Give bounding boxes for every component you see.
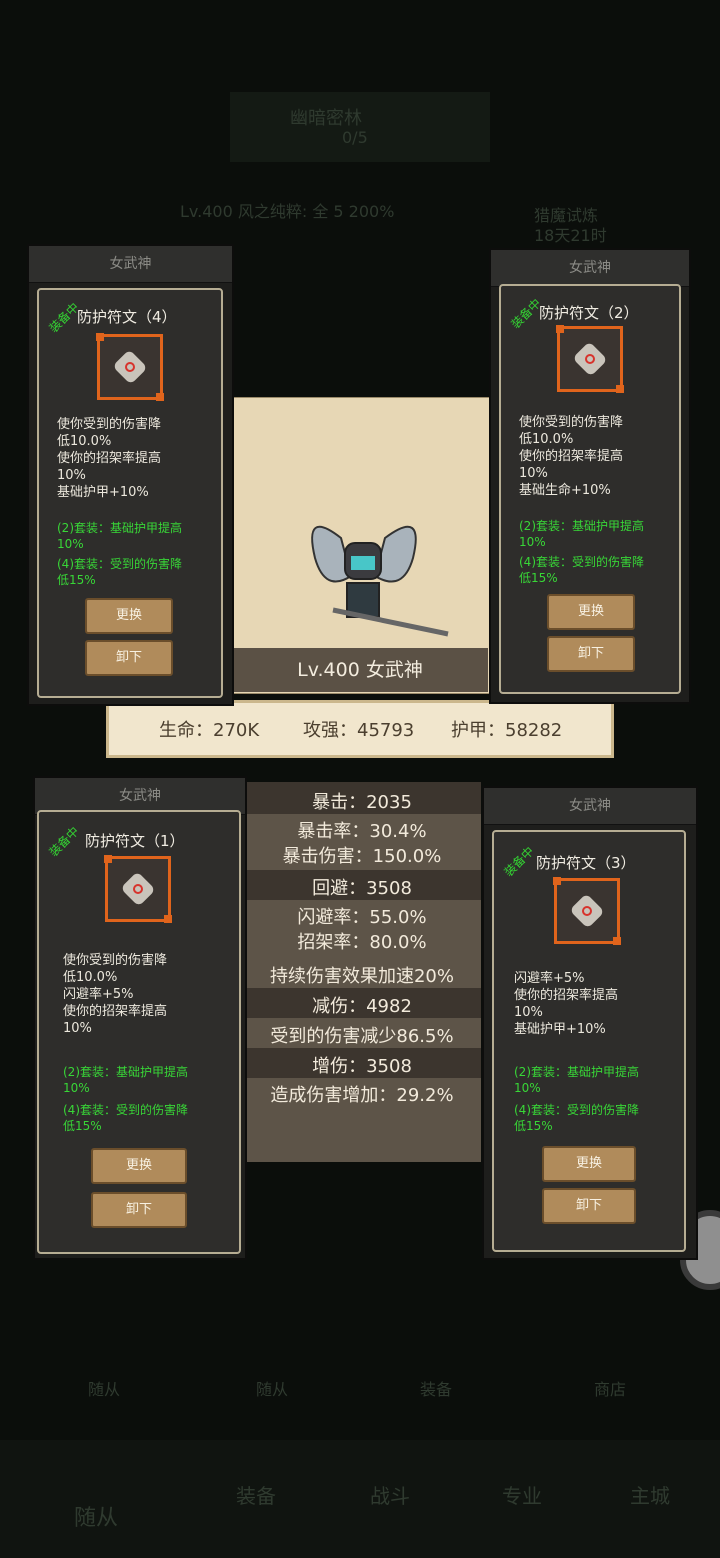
- hp-stat: 生命：270K: [159, 720, 260, 741]
- dot-speed: 持续伤害效果加速20%: [269, 966, 454, 987]
- tab-3[interactable]: 装备: [420, 1376, 452, 1400]
- rune-icon: [572, 341, 608, 377]
- area-title: 幽暗密林: [290, 108, 362, 129]
- popup-header: 女武神: [491, 250, 689, 287]
- tab-4[interactable]: 商店: [594, 1376, 626, 1400]
- item-popup-rune-1: 女武神 装备中 防护符文（1） 使你受到的伤害降 低10.0% 闪避率+5% 使…: [33, 776, 247, 1260]
- damage-dealt-increase: 造成伤害增加：29.2%: [270, 1085, 454, 1106]
- hero-name-level: Lv.400 女武神: [232, 648, 488, 692]
- item-panel: 装备中 防护符文（1） 使你受到的伤害降 低10.0% 闪避率+5% 使你的招架…: [37, 810, 241, 1254]
- item-description: 使你受到的伤害降 低10.0% 使你的招架率提高 10% 基础护甲+10%: [57, 417, 162, 500]
- item-name: 防护符文（1）: [85, 832, 185, 850]
- tab-1[interactable]: 随从: [88, 1376, 120, 1400]
- set-bonus-2: (2)套装：基础护甲提高 10%: [514, 1065, 639, 1095]
- item-popup-rune-2: 女武神 装备中 防护符文（2） 使你受到的伤害降 低10.0% 使你的招架率提高…: [489, 248, 691, 704]
- item-slot[interactable]: [556, 325, 624, 393]
- replace-button[interactable]: 更换: [85, 598, 173, 634]
- item-slot[interactable]: [96, 333, 164, 401]
- set-bonus-2: (2)套装：基础护甲提高 10%: [57, 521, 182, 551]
- unequip-button[interactable]: 卸下: [85, 640, 173, 676]
- tab-2[interactable]: 随从: [256, 1376, 288, 1400]
- popup-header: 女武神: [484, 788, 696, 825]
- bottom-nav-bar: [0, 1440, 720, 1558]
- crit-damage: 暴击伤害：150.0%: [282, 846, 442, 867]
- equipped-badge: 装备中: [501, 843, 537, 880]
- level-status: Lv.400 风之纯粹: 全 5 200%: [180, 202, 395, 221]
- unequip-button[interactable]: 卸下: [547, 636, 635, 672]
- replace-button[interactable]: 更换: [91, 1148, 187, 1184]
- replace-button[interactable]: 更换: [542, 1146, 636, 1182]
- rune-icon: [112, 349, 148, 385]
- nav-equipment[interactable]: 装备: [236, 1480, 276, 1509]
- item-description: 闪避率+5% 使你的招架率提高 10% 基础护甲+10%: [514, 971, 619, 1037]
- unequip-button[interactable]: 卸下: [542, 1188, 636, 1224]
- item-name: 防护符文（3）: [536, 854, 636, 872]
- rune-icon: [569, 893, 605, 929]
- set-bonus-2: (2)套装：基础护甲提高 10%: [519, 519, 644, 549]
- damage-reduction-value: 减伤：4982: [312, 996, 412, 1017]
- nav-followers[interactable]: 随从: [74, 1500, 118, 1532]
- item-slot[interactable]: [104, 855, 172, 923]
- popup-header: 女武神: [29, 246, 232, 283]
- item-name: 防护符文（2）: [539, 304, 639, 322]
- area-progress: 0/5: [342, 128, 368, 147]
- damage-increase-value: 增伤：3508: [312, 1056, 412, 1077]
- set-bonus-4: (4)套装：受到的伤害降 低15%: [519, 555, 644, 585]
- parry-rate: 招架率：80.0%: [297, 932, 427, 953]
- nav-main-city[interactable]: 主城: [630, 1480, 670, 1509]
- armor-stat: 护甲：58282: [451, 720, 563, 741]
- unequip-button[interactable]: 卸下: [91, 1192, 187, 1228]
- item-panel: 装备中 防护符文（3） 闪避率+5% 使你的招架率提高 10% 基础护甲+10%…: [492, 830, 686, 1252]
- valkyrie-character-icon: [311, 525, 449, 637]
- item-panel: 装备中 防护符文（2） 使你受到的伤害降 低10.0% 使你的招架率提高 10%…: [499, 284, 681, 694]
- item-slot[interactable]: [553, 877, 621, 945]
- item-description: 使你受到的伤害降 低10.0% 闪避率+5% 使你的招架率提高 10%: [63, 953, 168, 1036]
- replace-button[interactable]: 更换: [547, 594, 635, 630]
- crit-rate: 暴击率：30.4%: [297, 821, 427, 842]
- set-bonus-4: (4)套装：受到的伤害降 低15%: [63, 1103, 188, 1133]
- nav-battle[interactable]: 战斗: [370, 1480, 410, 1509]
- item-popup-rune-4: 女武神 装备中 防护符文（4） 使你受到的伤害降 低10.0% 使你的招架率提高…: [27, 244, 234, 706]
- nav-profession[interactable]: 专业: [502, 1480, 542, 1509]
- item-description: 使你受到的伤害降 低10.0% 使你的招架率提高 10% 基础生命+10%: [519, 415, 624, 498]
- event-timer: 18天21时: [534, 226, 607, 245]
- set-bonus-4: (4)套装：受到的伤害降 低15%: [514, 1103, 639, 1133]
- attack-stat: 攻强：45793: [303, 720, 415, 741]
- item-popup-rune-3: 女武神 装备中 防护符文（3） 闪避率+5% 使你的招架率提高 10% 基础护甲…: [482, 786, 698, 1260]
- equipped-badge: 装备中: [46, 823, 82, 860]
- rune-icon: [120, 871, 156, 907]
- dodge-rate: 闪避率：55.0%: [297, 907, 427, 928]
- item-panel: 装备中 防护符文（4） 使你受到的伤害降 低10.0% 使你的招架率提高 10%…: [37, 288, 223, 698]
- hero-stat-bar: 生命：270K 攻强：45793 护甲：58282: [106, 700, 614, 758]
- damage-taken-reduction: 受到的伤害减少86.5%: [270, 1026, 454, 1047]
- hero-detail-stats: 暴击：2035 暴击率：30.4% 暴击伤害：150.0% 回避：3508 闪避…: [243, 782, 481, 1162]
- item-name: 防护符文（4）: [77, 308, 177, 326]
- evade-value: 回避：3508: [312, 878, 412, 899]
- set-bonus-4: (4)套装：受到的伤害降 低15%: [57, 557, 182, 587]
- crit-value: 暴击：2035: [312, 792, 412, 813]
- set-bonus-2: (2)套装：基础护甲提高 10%: [63, 1065, 188, 1095]
